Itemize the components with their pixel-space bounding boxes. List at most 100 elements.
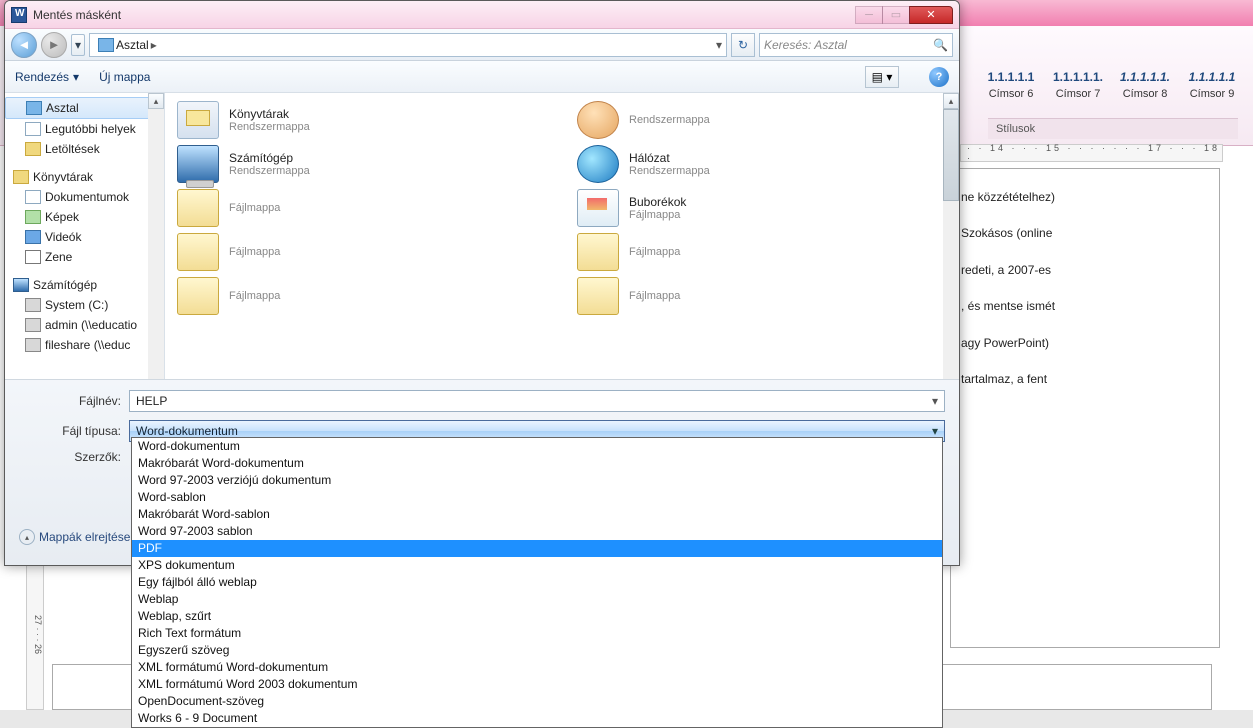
file-item[interactable]: Buborékok Fájlmappa	[577, 189, 937, 227]
sidebar-item-label: Legutóbbi helyek	[45, 122, 136, 136]
file-item[interactable]: Fájlmappa	[577, 233, 937, 271]
folder-icon	[13, 278, 29, 292]
ribbon-style-gallery: 1.1.1.1.1Címsor 61.1.1.1.1.Címsor 71.1.1…	[980, 70, 1243, 100]
maximize-button[interactable]: ▭	[882, 6, 910, 24]
scroll-up-icon[interactable]: ▴	[943, 93, 959, 109]
file-item-name: Buborékok	[629, 195, 686, 209]
style-preview[interactable]: 1.1.1.1.1 Címsor 9	[1181, 70, 1243, 100]
nav-history-dropdown[interactable]: ▾	[71, 34, 85, 56]
folder-icon	[25, 230, 41, 244]
filetype-option[interactable]: Word-sablon	[132, 489, 942, 506]
hide-folders-button[interactable]: ▴ Mappák elrejtése	[19, 529, 130, 545]
chevron-down-icon[interactable]: ▾	[932, 424, 938, 438]
filetype-option[interactable]: Egy fájlból álló weblap	[132, 574, 942, 591]
sidebar-item[interactable]: Könyvtárak	[5, 167, 164, 187]
dialog-titlebar[interactable]: Mentés másként ─ ▭ ✕	[5, 1, 959, 29]
filetype-dropdown-list[interactable]: Word-dokumentumMakróbarát Word-dokumentu…	[131, 437, 943, 728]
organize-button[interactable]: Rendezés ▾	[15, 70, 79, 84]
style-number: 1.1.1.1.1	[1181, 70, 1243, 84]
file-item-type: Rendszermappa	[229, 165, 310, 177]
sidebar-item[interactable]: Videók	[5, 227, 164, 247]
filetype-value: Word-dokumentum	[136, 424, 238, 438]
filetype-option[interactable]: Weblap	[132, 591, 942, 608]
folder-icon	[25, 250, 41, 264]
filetype-option[interactable]: XML formátumú Word-dokumentum	[132, 659, 942, 676]
filetype-option[interactable]: Works 6 - 9 Document	[132, 710, 942, 727]
filetype-option[interactable]: XPS dokumentum	[132, 557, 942, 574]
address-dropdown-icon[interactable]: ▾	[716, 38, 722, 52]
style-number: 1.1.1.1.1	[980, 70, 1042, 84]
sidebar-item-label: Asztal	[46, 101, 79, 115]
sidebar-item[interactable]: admin (\\educatio	[5, 315, 164, 335]
desktop-icon	[98, 38, 114, 52]
sidebar-item[interactable]: Asztal	[5, 97, 164, 119]
forward-button[interactable]: ►	[41, 32, 67, 58]
file-item[interactable]: Hálózat Rendszermappa	[577, 145, 937, 183]
help-button[interactable]: ?	[929, 67, 949, 87]
chevron-down-icon: ▾	[73, 70, 79, 84]
vertical-ruler: 27 · · · 26	[26, 560, 44, 710]
file-item[interactable]: Fájlmappa	[177, 233, 537, 271]
minimize-button[interactable]: ─	[855, 6, 883, 24]
new-folder-button[interactable]: Új mappa	[99, 70, 150, 84]
file-item[interactable]: Könyvtárak Rendszermappa	[177, 101, 537, 139]
style-preview[interactable]: 1.1.1.1.1.Címsor 8	[1114, 70, 1176, 100]
horizontal-ruler: · · 14 · · · 15 · · · · · · · 17 · · · 1…	[960, 144, 1223, 162]
filetype-option[interactable]: PDF	[132, 540, 942, 557]
style-preview[interactable]: 1.1.1.1.1.Címsor 7	[1047, 70, 1109, 100]
address-bar[interactable]: Asztal ▸ ▾	[89, 33, 727, 57]
filename-label: Fájlnév:	[19, 394, 129, 408]
address-segment[interactable]: Asztal ▸	[94, 38, 161, 52]
ribbon-group-label: Stílusok	[988, 118, 1238, 139]
style-number: 1.1.1.1.1.	[1047, 70, 1109, 84]
sidebar-item[interactable]: Dokumentumok	[5, 187, 164, 207]
file-item-type: Fájlmappa	[629, 246, 680, 258]
sidebar-item[interactable]: Képek	[5, 207, 164, 227]
scroll-thumb[interactable]	[943, 109, 959, 201]
filetype-option[interactable]: Weblap, szűrt	[132, 608, 942, 625]
sidebar-item[interactable]: Legutóbbi helyek	[5, 119, 164, 139]
file-item[interactable]: Számítógép Rendszermappa	[177, 145, 537, 183]
back-button[interactable]: ◄	[11, 32, 37, 58]
document-text: ne közzétételhez)	[961, 187, 1209, 207]
navigation-bar: ◄ ► ▾ Asztal ▸ ▾ ↻ Keresés: Asztal 🔍	[5, 29, 959, 61]
folder-icon	[25, 338, 41, 352]
close-button[interactable]: ✕	[909, 6, 953, 24]
filetype-option[interactable]: Makróbarát Word-sablon	[132, 506, 942, 523]
sidebar-item[interactable]: fileshare (\\educ	[5, 335, 164, 355]
filetype-option[interactable]: OpenDocument-szöveg	[132, 693, 942, 710]
sidebar-item[interactable]: Letöltések	[5, 139, 164, 159]
word-icon	[11, 7, 27, 23]
style-caption: Címsor 9	[1181, 88, 1243, 100]
file-item[interactable]: Fájlmappa	[577, 277, 937, 315]
refresh-button[interactable]: ↻	[731, 33, 755, 57]
search-input[interactable]: Keresés: Asztal 🔍	[759, 33, 953, 57]
filetype-option[interactable]: Word 97-2003 verziójú dokumentum	[132, 472, 942, 489]
document-text: agy PowerPoint)	[961, 333, 1209, 353]
sidebar-item[interactable]: Zene	[5, 247, 164, 267]
sidebar-item-label: admin (\\educatio	[45, 318, 137, 332]
folder-icon	[25, 298, 41, 312]
sidebar-item[interactable]: Számítógép	[5, 275, 164, 295]
view-mode-button[interactable]: ▤ ▾	[865, 66, 899, 88]
sidebar-item-label: Letöltések	[45, 142, 100, 156]
scroll-up-icon[interactable]: ▴	[148, 93, 164, 109]
filename-input[interactable]: HELP ▾	[129, 390, 945, 412]
file-item[interactable]: Fájlmappa	[177, 277, 537, 315]
file-item-type: Fájlmappa	[229, 246, 280, 258]
filetype-option[interactable]: Rich Text formátum	[132, 625, 942, 642]
file-item-type: Fájlmappa	[229, 290, 280, 302]
sidebar-item-label: Dokumentumok	[45, 190, 129, 204]
chevron-down-icon[interactable]: ▾	[932, 394, 938, 408]
filetype-option[interactable]: Word 97-2003 sablon	[132, 523, 942, 540]
style-preview[interactable]: 1.1.1.1.1Címsor 6	[980, 70, 1042, 100]
file-item[interactable]: Rendszermappa	[577, 101, 937, 139]
filetype-option[interactable]: Makróbarát Word-dokumentum	[132, 455, 942, 472]
filetype-option[interactable]: Egyszerű szöveg	[132, 642, 942, 659]
sidebar-item[interactable]: System (C:)	[5, 295, 164, 315]
filetype-option[interactable]: Word-dokumentum	[132, 438, 942, 455]
folder-icon	[25, 142, 41, 156]
computer-icon	[177, 145, 219, 183]
file-item[interactable]: Fájlmappa	[177, 189, 537, 227]
filetype-option[interactable]: XML formátumú Word 2003 dokumentum	[132, 676, 942, 693]
